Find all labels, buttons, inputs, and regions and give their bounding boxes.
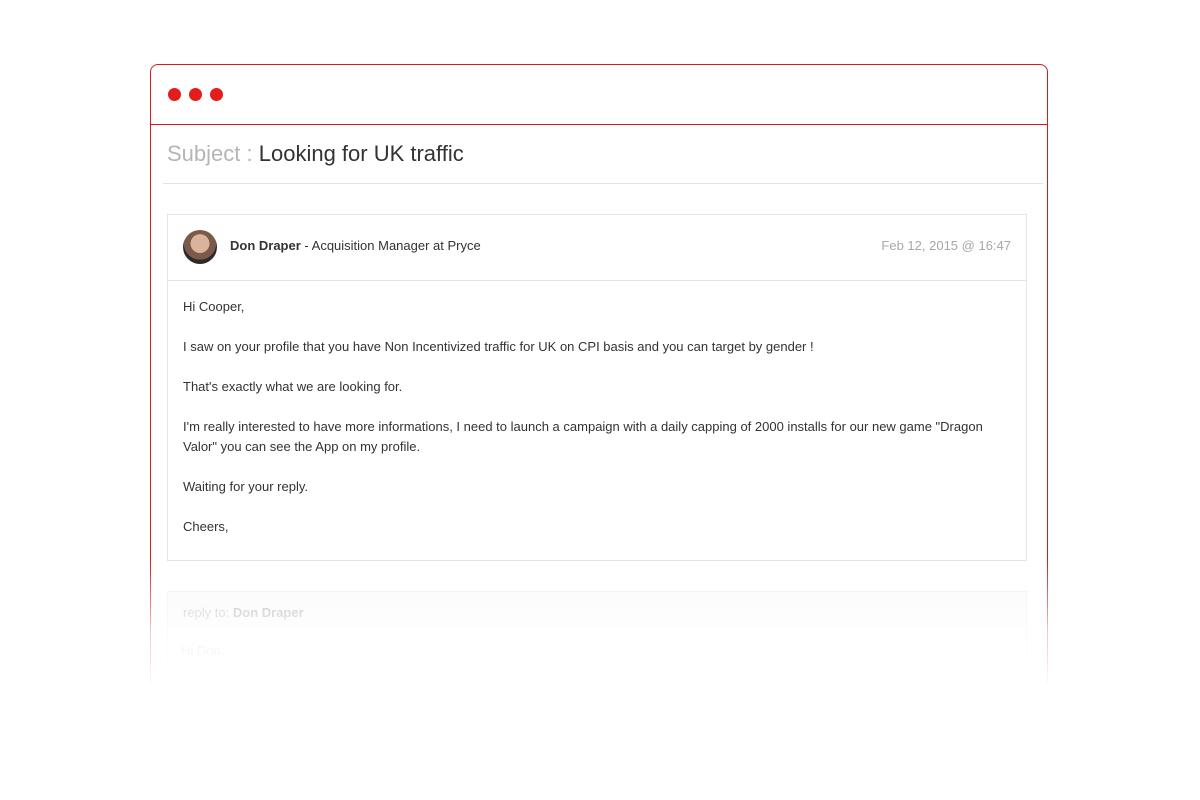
subject-label: Subject :: [167, 141, 253, 166]
message-paragraph: That's exactly what we are looking for.: [183, 379, 403, 394]
sender-role: - Acquisition Manager at Pryce: [304, 238, 481, 253]
message-paragraph: I'm really interested to have more infor…: [183, 419, 983, 454]
reply-recipient: Don Draper: [232, 605, 304, 620]
reply-header: reply to: Don Draper: [168, 592, 1026, 635]
reply-label-text: reply to:: [183, 605, 230, 620]
message-body: Hi Cooper, I saw on your profile that yo…: [168, 281, 1026, 537]
window-close-dot[interactable]: [168, 88, 181, 101]
message-paragraph: Cheers,: [183, 519, 229, 534]
message-card: Don Draper - Acquisition Manager at Pryc…: [167, 214, 1027, 561]
reply-box: reply to: Don Draper Hi Don,: [167, 591, 1027, 684]
subject-line: Subject : Looking for UK traffic: [167, 141, 464, 167]
reply-input[interactable]: Hi Don,: [168, 634, 1026, 684]
message-paragraph: I saw on your profile that you have Non …: [183, 339, 814, 354]
window-titlebar: [151, 65, 1047, 125]
sender-info: Don Draper - Acquisition Manager at Pryc…: [230, 238, 481, 253]
sender-name[interactable]: Don Draper: [230, 238, 301, 253]
subject-text: Looking for UK traffic: [258, 141, 464, 166]
message-header: Don Draper - Acquisition Manager at Pryc…: [168, 215, 1026, 281]
sender-avatar[interactable]: [183, 230, 217, 264]
reply-to-label: reply to: Don Draper: [183, 605, 304, 620]
window-maximize-dot[interactable]: [210, 88, 223, 101]
subject-divider: [163, 183, 1043, 184]
message-window: Subject : Looking for UK traffic Don Dra…: [150, 64, 1048, 684]
message-paragraph: Hi Cooper,: [183, 299, 245, 314]
message-timestamp: Feb 12, 2015 @ 16:47: [881, 238, 1011, 253]
window-minimize-dot[interactable]: [189, 88, 202, 101]
message-paragraph: Waiting for your reply.: [183, 479, 308, 494]
